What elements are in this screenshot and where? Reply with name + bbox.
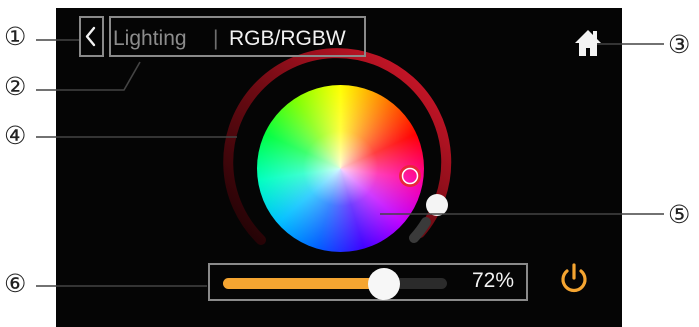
brightness-slider-fill xyxy=(223,278,384,289)
power-icon[interactable] xyxy=(557,262,591,296)
chevron-left-icon xyxy=(85,26,96,47)
color-wheel[interactable] xyxy=(257,85,424,252)
brightness-ring-knob[interactable] xyxy=(426,194,448,216)
breadcrumb-current: RGB/RGBW xyxy=(229,27,346,50)
home-icon[interactable] xyxy=(573,28,603,58)
brightness-slider-track[interactable] xyxy=(223,278,447,289)
brightness-percent: 72% xyxy=(472,269,515,292)
breadcrumb-parent[interactable]: Lighting xyxy=(113,27,187,51)
brightness-slider-thumb[interactable] xyxy=(368,268,400,300)
breadcrumb-separator: | xyxy=(213,27,219,50)
back-button[interactable] xyxy=(79,16,104,57)
figure: ① ② ③ ④ ⑤ ⑥ Lighting | RGB/RGBW 72% xyxy=(0,0,699,327)
